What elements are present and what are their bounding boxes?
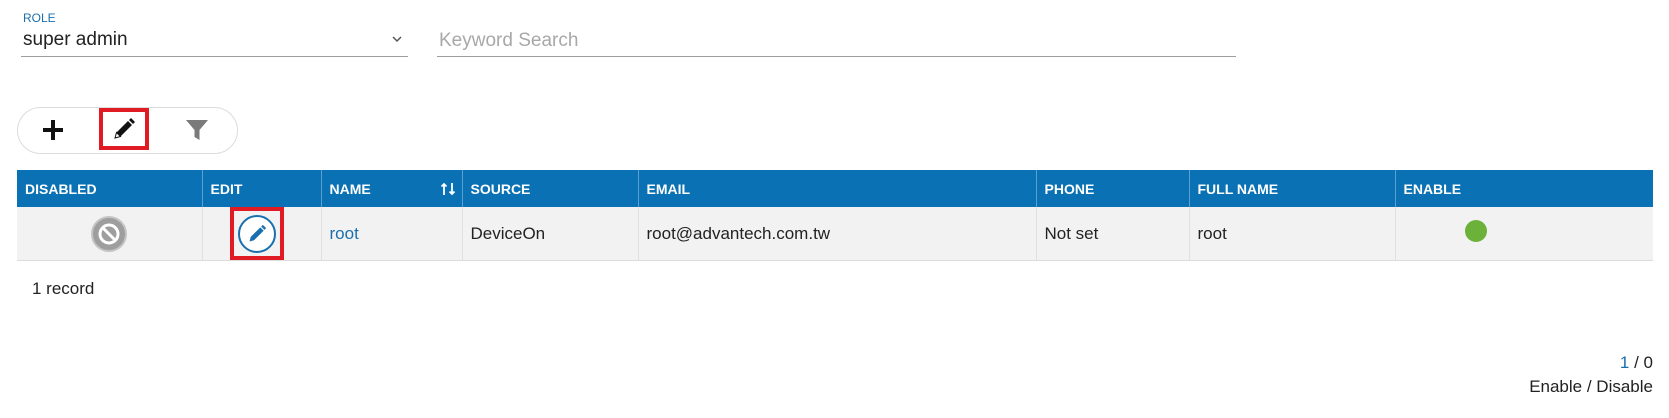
row-edit-button[interactable] [237, 214, 276, 253]
toolbar [17, 107, 238, 154]
column-header-name-label: NAME [329, 180, 371, 197]
pagination: 1 / 0 [1620, 353, 1653, 373]
enabled-status-icon[interactable] [1464, 220, 1487, 242]
email-cell: root@advantech.com.tw [638, 207, 1037, 261]
role-value[interactable]: super admin [23, 29, 128, 51]
column-header-source[interactable]: SOURCE [462, 170, 639, 207]
pencil-icon [114, 118, 135, 139]
sort-icon[interactable] [440, 181, 456, 197]
enable-cell [1395, 207, 1653, 261]
row-edit-highlight [229, 207, 284, 260]
ban-icon [98, 223, 120, 244]
filter-icon [186, 120, 208, 140]
phone-cell: Not set [1036, 207, 1190, 261]
pencil-icon [249, 224, 266, 241]
user-name-link[interactable]: root [330, 224, 359, 243]
column-header-enable[interactable]: ENABLE [1395, 170, 1653, 207]
edit-button[interactable] [99, 108, 149, 150]
enable-disable-legend: Enable / Disable [1529, 377, 1653, 396]
full-name-cell: root [1189, 207, 1396, 261]
page-total: / 0 [1629, 353, 1653, 372]
column-header-name[interactable]: NAME [321, 170, 463, 207]
name-cell: root [321, 207, 463, 261]
column-header-phone[interactable]: PHONE [1036, 170, 1190, 207]
users-table: DISABLED EDIT NAME SOURCE EMAIL PHONE FU… [17, 170, 1653, 261]
chevron-down-icon[interactable] [390, 32, 404, 46]
edit-cell [202, 207, 322, 261]
column-header-disabled[interactable]: DISABLED [17, 170, 203, 207]
disabled-toggle-icon[interactable] [91, 215, 128, 252]
column-header-full-name[interactable]: FULL NAME [1189, 170, 1396, 207]
column-header-edit[interactable]: EDIT [202, 170, 322, 207]
page-current[interactable]: 1 [1620, 353, 1629, 372]
source-cell: DeviceOn [462, 207, 639, 261]
keyword-search-field[interactable] [437, 10, 1236, 57]
add-button[interactable] [28, 110, 78, 150]
table-row: root DeviceOn root@advantech.com.tw Not … [17, 207, 1653, 261]
search-input[interactable] [439, 28, 1219, 54]
column-header-email[interactable]: EMAIL [638, 170, 1037, 207]
plus-icon [43, 120, 63, 140]
record-count: 1 record [32, 279, 95, 298]
filter-button[interactable] [172, 110, 222, 150]
table-header-row: DISABLED EDIT NAME SOURCE EMAIL PHONE FU… [17, 170, 1653, 207]
role-select[interactable]: ROLE super admin [21, 10, 408, 57]
disabled-cell [17, 207, 203, 261]
role-label: ROLE [23, 11, 56, 25]
